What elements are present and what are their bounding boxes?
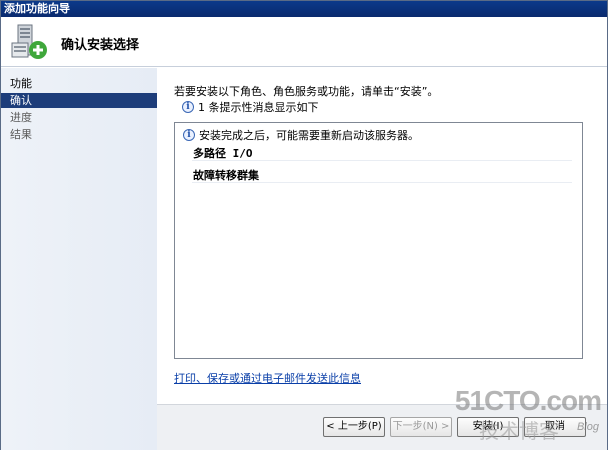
step-features[interactable]: 功能	[1, 76, 157, 91]
list-divider	[192, 182, 572, 183]
cancel-button[interactable]: 取消	[524, 417, 586, 437]
window-title: 添加功能向导	[1, 1, 607, 17]
wizard-steps: 功能 确认 进度 结果	[1, 68, 157, 450]
list-item: 故障转移群集	[193, 169, 259, 182]
server-add-icon	[11, 24, 47, 59]
wizard-header: 确认安装选择	[1, 17, 607, 67]
wizard-window: 添加功能向导 确认安装选择 功能 确认 进度 结果 若要安装以下角色、角色服务或…	[0, 0, 608, 450]
list-info-row: i 安装完成之后，可能需要重新启动该服务器。	[183, 127, 419, 143]
selection-list[interactable]: i 安装完成之后，可能需要重新启动该服务器。 多路径 I/O 故障转移群集	[174, 122, 583, 359]
page-title: 确认安装选择	[61, 38, 140, 53]
info-icon: i	[182, 101, 194, 113]
step-results: 结果	[10, 128, 32, 141]
hint-row: i 1 条提示性消息显示如下	[182, 99, 319, 115]
print-save-email-link[interactable]: 打印、保存或通过电子邮件发送此信息	[174, 370, 361, 386]
list-divider	[192, 160, 572, 161]
step-confirm[interactable]: 确认	[1, 93, 157, 108]
install-button[interactable]: 安装(I)	[457, 417, 519, 437]
intro-text: 若要安装以下角色、角色服务或功能，请单击“安装”。	[174, 85, 439, 98]
previous-button[interactable]: < 上一步(P)	[323, 417, 385, 437]
button-bar: < 上一步(P) 下一步(N) > 安装(I) 取消	[157, 404, 607, 450]
info-icon: i	[183, 129, 195, 141]
restart-notice: 安装完成之后，可能需要重新启动该服务器。	[199, 129, 419, 142]
next-button[interactable]: 下一步(N) >	[390, 417, 452, 437]
main-content: 若要安装以下角色、角色服务或功能，请单击“安装”。 i 1 条提示性消息显示如下…	[157, 68, 607, 404]
hint-text: 1 条提示性消息显示如下	[198, 101, 319, 114]
step-progress: 进度	[10, 111, 32, 124]
list-item: 多路径 I/O	[193, 147, 253, 160]
